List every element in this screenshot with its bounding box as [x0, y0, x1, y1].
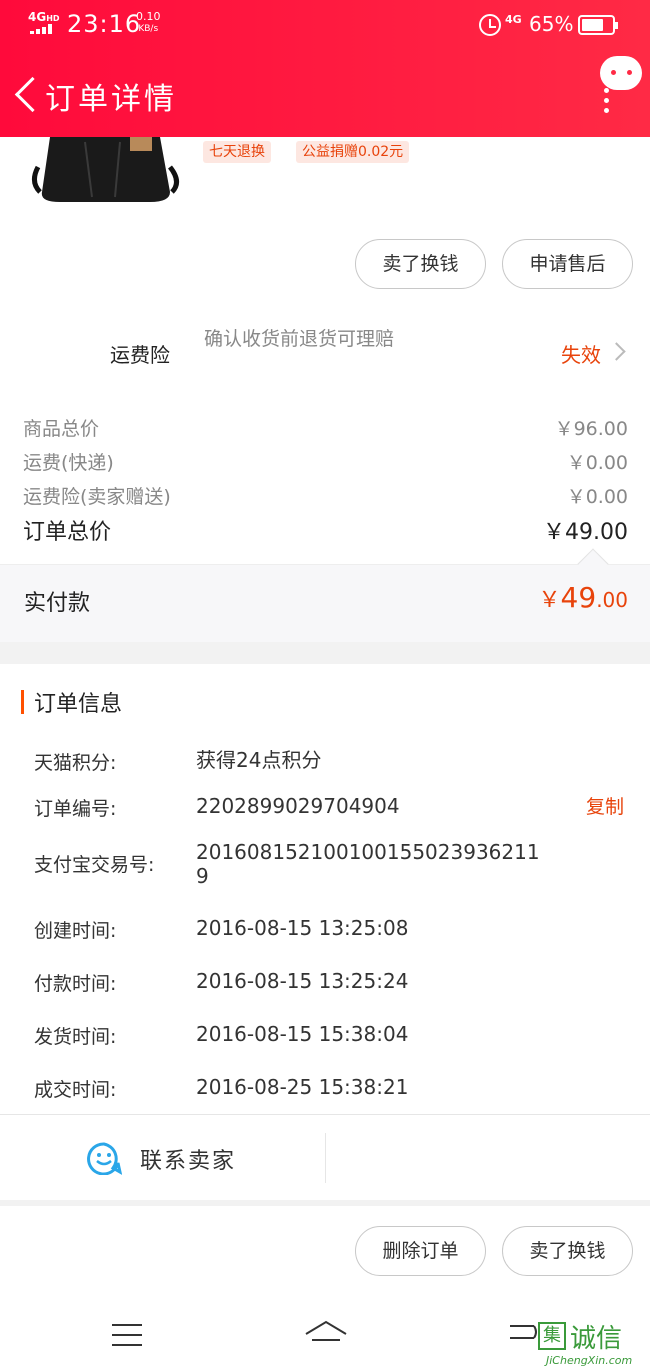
net-speed-value: 0.10: [136, 10, 161, 23]
price-row-shipping: 运费(快递) ￥0.00: [23, 448, 628, 475]
info-value: 2016-08-25 15:38:21: [196, 1075, 409, 1099]
menu-icon[interactable]: [112, 1324, 142, 1346]
price-value: ￥0.00: [566, 452, 628, 474]
back-icon[interactable]: [12, 76, 40, 116]
sell-button[interactable]: 卖了换钱: [355, 239, 486, 289]
product-thumbnail[interactable]: [30, 137, 180, 207]
network-sup-label: HD: [46, 14, 60, 23]
info-value: 2016-08-15 15:38:04: [196, 1022, 409, 1046]
price-row-goods: 商品总价 ￥96.00: [23, 414, 628, 441]
contact-divider: [325, 1133, 326, 1183]
page-title: 订单详情: [45, 82, 177, 117]
price-label: 运费(快递): [23, 452, 114, 474]
net-speed-unit: KB/s: [138, 24, 159, 34]
contact-seller-button[interactable]: 联系卖家: [140, 1143, 236, 1175]
home-icon[interactable]: [304, 1320, 348, 1346]
info-key: 天猫积分:: [34, 752, 117, 774]
order-info-title: 订单信息: [34, 692, 123, 717]
network-indicator: 4GHD: [28, 10, 60, 24]
paid-integer: 49: [560, 581, 597, 614]
price-row-insurance: 运费险(卖家赠送) ￥0.00: [23, 482, 628, 509]
paid-decimal: .00: [596, 588, 628, 612]
after-sale-button[interactable]: 申请售后: [502, 239, 633, 289]
smile-chat-icon[interactable]: [86, 1141, 122, 1175]
charity-tag: 公益捐赠0.02元: [296, 141, 410, 163]
signal-icon: [30, 24, 56, 34]
app-header: 4GHD 23:16 0.10 KB/s 4G 65% 订单详情: [0, 0, 650, 137]
net-speed: 0.10 KB/s: [136, 10, 161, 36]
return-tag: 七天退换: [203, 141, 271, 163]
section-accent-bar: [21, 690, 24, 714]
paid-amount-row: 实付款 ￥49.00: [0, 564, 650, 642]
product-section: 七天退换 公益捐赠0.02元 卖了换钱 申请售后: [0, 137, 650, 307]
paid-label: 实付款: [24, 591, 91, 616]
paid-currency: ￥: [538, 588, 561, 613]
watermark-logo: 集 诚信 JiChengXin.com: [532, 1318, 648, 1370]
message-icon[interactable]: [600, 56, 642, 90]
more-menu-icon[interactable]: [604, 88, 610, 113]
watermark-icon-char: 集: [538, 1322, 566, 1350]
chevron-right-icon: [607, 342, 626, 361]
clock: 23:16: [67, 10, 142, 38]
battery-icon: [578, 15, 618, 35]
info-key: 成交时间:: [34, 1079, 117, 1101]
status-bar: 4GHD 23:16 0.10 KB/s 4G 65%: [0, 0, 650, 48]
watermark-url: JiChengXin.com: [546, 1354, 633, 1367]
info-value: 2016-08-15 13:25:24: [196, 969, 409, 993]
info-key: 订单编号:: [34, 798, 117, 820]
price-row-total: 订单总价 ￥49.00: [23, 514, 628, 546]
total-label: 订单总价: [23, 520, 112, 545]
order-actions: 删除订单 卖了换钱: [0, 1206, 650, 1296]
info-value: 2016081521001001550239362119: [196, 840, 540, 888]
total-value: ￥49.00: [543, 520, 628, 545]
sell-again-button[interactable]: 卖了换钱: [502, 1226, 633, 1276]
copy-button[interactable]: 复制: [586, 792, 624, 819]
price-value: ￥96.00: [554, 418, 628, 440]
price-label: 运费险(卖家赠送): [23, 486, 171, 508]
insurance-description: 确认收货前退货可理赔: [204, 328, 395, 350]
info-key: 付款时间:: [34, 973, 117, 995]
info-key: 支付宝交易号:: [34, 854, 155, 876]
order-info-section: 订单信息 天猫积分: 获得24点积分 订单编号: 220289902970490…: [0, 664, 650, 1114]
info-value: 2016-08-15 13:25:08: [196, 916, 409, 940]
battery-percent: 65%: [529, 12, 574, 36]
watermark-text: 诚信: [570, 1324, 623, 1354]
delete-order-button[interactable]: 删除订单: [355, 1226, 486, 1276]
contact-bar: 联系卖家: [0, 1114, 650, 1200]
price-value: ￥0.00: [566, 486, 628, 508]
network-label: 4G: [28, 10, 47, 24]
paid-value: ￥49.00: [539, 581, 628, 614]
insurance-status: 失效: [561, 343, 601, 367]
info-value: 2202899029704904: [196, 794, 400, 818]
info-key: 发货时间:: [34, 1026, 117, 1048]
price-label: 商品总价: [23, 418, 100, 440]
insurance-label: 运费险: [110, 343, 170, 367]
price-summary: 商品总价 ￥96.00 运费(快递) ￥0.00 运费险(卖家赠送) ￥0.00…: [0, 392, 650, 564]
info-key: 创建时间:: [34, 920, 117, 942]
network-4g-label: 4G: [505, 13, 522, 26]
shipping-insurance-row[interactable]: 运费险 确认收货前退货可理赔 失效: [0, 307, 650, 392]
alarm-icon: [479, 14, 501, 36]
info-value: 获得24点积分: [196, 748, 322, 772]
